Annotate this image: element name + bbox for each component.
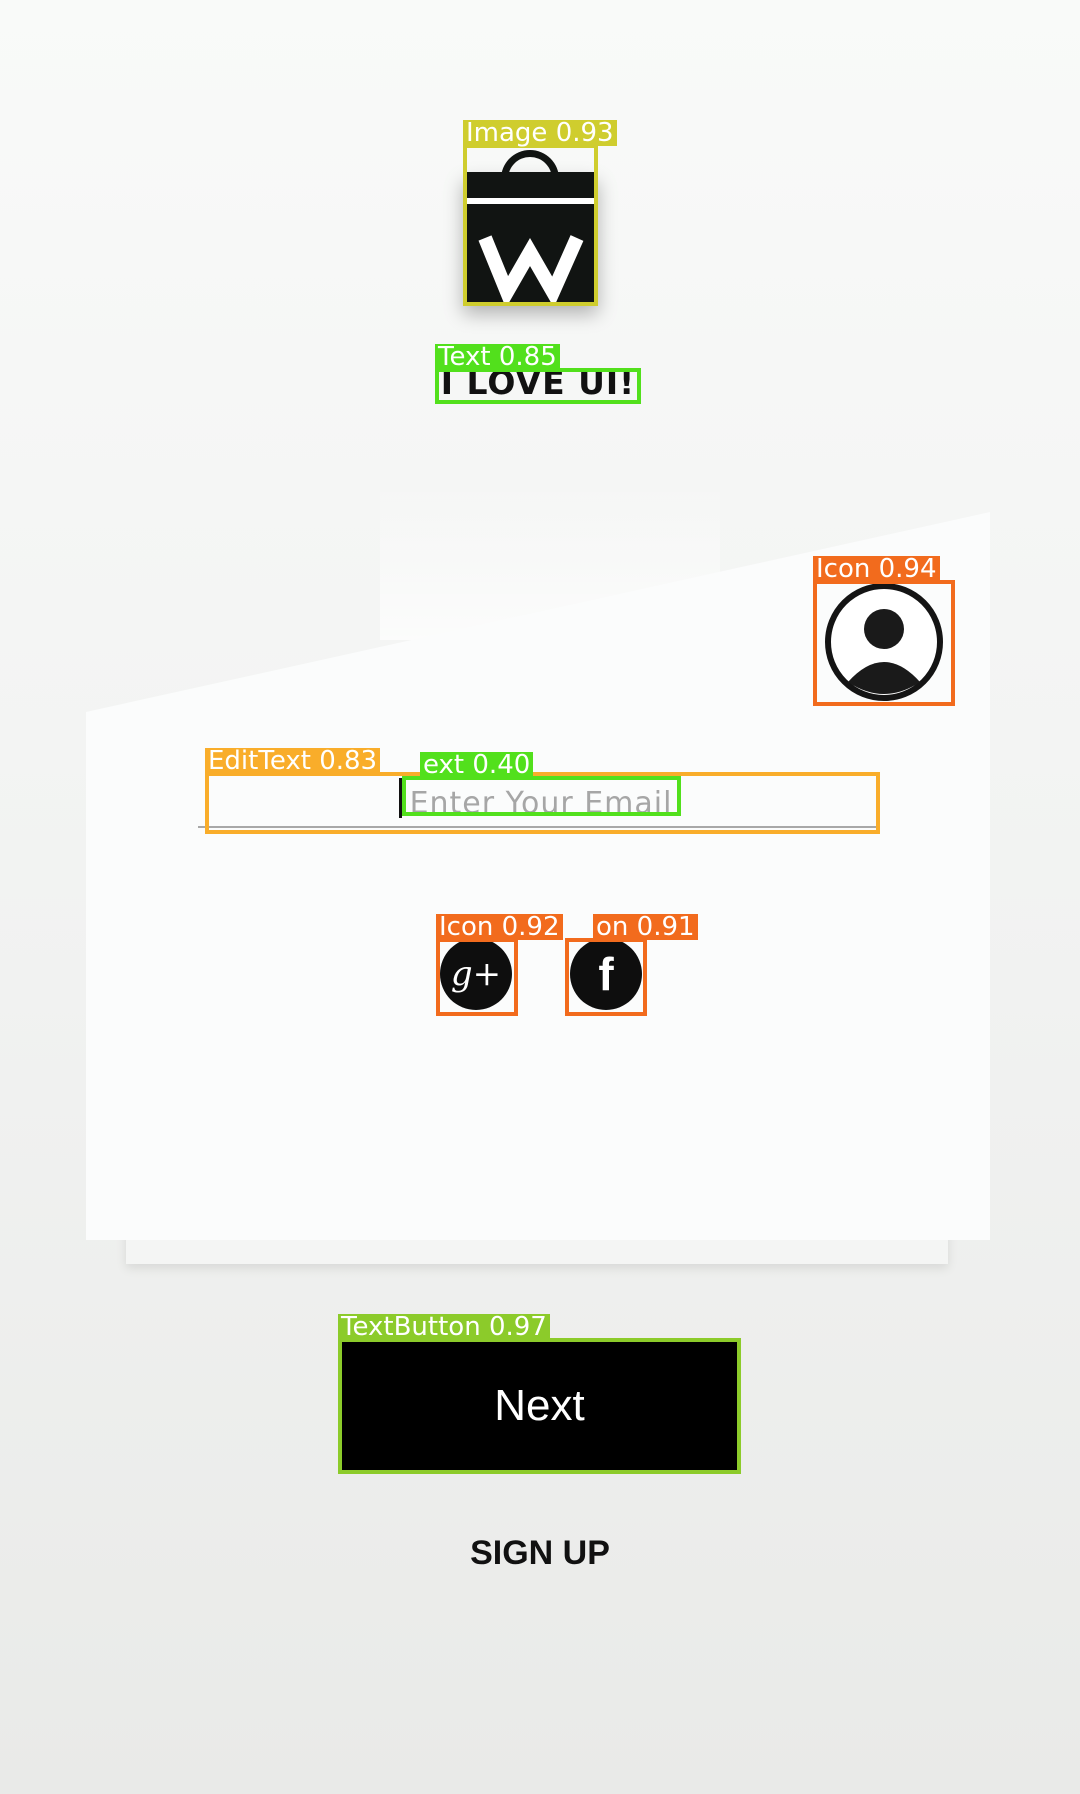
- signup-link[interactable]: SIGN UP: [440, 1528, 640, 1578]
- detection-box-text: Text 0.85: [435, 344, 641, 404]
- detection-label: Icon 0.92: [436, 914, 563, 940]
- detection-label: on 0.91: [593, 914, 698, 940]
- detection-box-icon-facebook: on 0.91: [565, 914, 698, 1016]
- detection-label: Image 0.93: [463, 120, 617, 146]
- detection-box-icon-google: Icon 0.92: [436, 914, 563, 1016]
- detection-box-text-email: ext 0.40: [402, 752, 681, 816]
- detection-label: ext 0.40: [420, 752, 534, 778]
- detection-label: Icon 0.94: [813, 556, 940, 582]
- detection-box-image: Image 0.93: [463, 120, 617, 306]
- detection-box-textbutton: TextButton 0.97: [338, 1314, 741, 1474]
- detection-box-icon-avatar: Icon 0.94: [813, 556, 955, 706]
- detection-label: Text 0.85: [435, 344, 560, 370]
- detection-label: TextButton 0.97: [338, 1314, 550, 1340]
- detection-label: EditText 0.83: [205, 748, 381, 774]
